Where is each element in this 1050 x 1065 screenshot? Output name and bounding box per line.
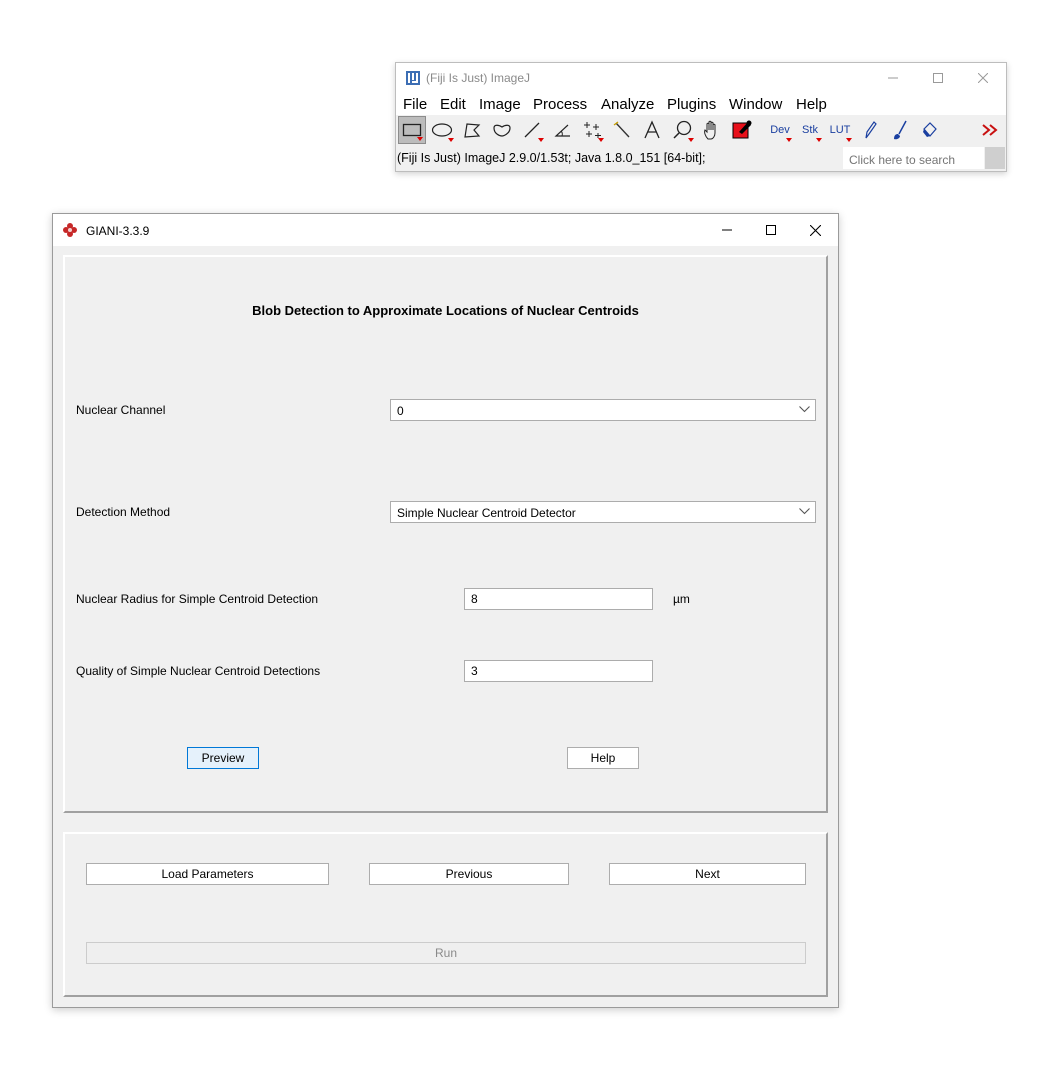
nuclear-channel-value: 0 <box>397 404 404 418</box>
more-tools-button[interactable] <box>976 116 1004 144</box>
dev-menu-tool[interactable]: Dev <box>766 116 794 144</box>
quality-label: Quality of Simple Nuclear Centroid Detec… <box>76 664 321 678</box>
point-tool[interactable] <box>578 116 606 144</box>
hand-tool[interactable] <box>698 116 726 144</box>
angle-tool[interactable] <box>548 116 576 144</box>
polygon-tool[interactable] <box>458 116 486 144</box>
lut-menu-icon: LUT <box>829 124 851 136</box>
detection-method-label: Detection Method <box>76 505 171 519</box>
nuclear-radius-unit: µm <box>673 592 690 606</box>
dev-menu-icon: Dev <box>770 124 790 136</box>
run-button[interactable]: Run <box>86 942 806 964</box>
minimize-icon <box>887 77 898 79</box>
giani-app-icon <box>63 223 77 237</box>
giani-maximize-button[interactable] <box>749 214 793 246</box>
empty-tool-slot[interactable] <box>946 116 974 144</box>
quality-field[interactable]: 3 <box>464 660 653 682</box>
stk-menu-icon: Stk <box>802 124 818 136</box>
giani-window: GIANI-3.3.9 Blob Detection to Approximat… <box>52 213 839 1008</box>
minimize-icon <box>722 229 732 231</box>
nuclear-radius-field[interactable]: 8 <box>464 588 653 610</box>
load-parameters-button[interactable]: Load Parameters <box>86 863 329 885</box>
menu-file[interactable]: File <box>403 96 427 113</box>
imagej-title: (Fiji Is Just) ImageJ <box>426 71 531 85</box>
menu-window[interactable]: Window <box>729 96 782 113</box>
imagej-app-icon <box>406 71 420 85</box>
giani-title: GIANI-3.3.9 <box>86 224 150 238</box>
pencil-icon <box>865 121 877 139</box>
nuclear-channel-label: Nuclear Channel <box>76 403 166 417</box>
freehand-tool[interactable] <box>488 116 516 144</box>
angle-tool-icon <box>554 124 570 137</box>
text-tool-icon <box>644 120 660 139</box>
freehand-select-icon <box>493 124 511 137</box>
minimize-button[interactable] <box>870 63 915 93</box>
menu-image[interactable]: Image <box>479 96 521 113</box>
menu-edit[interactable]: Edit <box>440 96 466 113</box>
giani-close-button[interactable] <box>793 214 837 246</box>
line-tool[interactable] <box>518 116 546 144</box>
previous-button[interactable]: Previous <box>369 863 569 885</box>
detection-method-value: Simple Nuclear Centroid Detector <box>397 506 576 520</box>
maximize-button[interactable] <box>915 63 960 93</box>
pencil-tool[interactable] <box>856 116 884 144</box>
menu-analyze[interactable]: Analyze <box>601 96 654 113</box>
point-tool-icon <box>584 122 601 138</box>
magnifier-tool[interactable] <box>668 116 696 144</box>
imagej-toolbar: Dev Stk LUT <box>396 115 1006 147</box>
detection-method-select[interactable]: Simple Nuclear Centroid Detector <box>390 501 816 523</box>
close-icon <box>977 73 988 83</box>
giani-minimize-button[interactable] <box>705 214 749 246</box>
color-picker-tool[interactable] <box>728 116 756 144</box>
color-picker-icon <box>732 120 752 139</box>
settings-panel: Blob Detection to Approximate Locations … <box>63 255 828 813</box>
rectangle-select-icon <box>402 123 422 137</box>
flood-fill-tool[interactable] <box>916 116 944 144</box>
line-tool-icon <box>524 122 540 138</box>
close-button[interactable] <box>960 63 1005 93</box>
stk-menu-tool[interactable]: Stk <box>796 116 824 144</box>
maximize-icon <box>932 73 943 83</box>
chevron-down-icon <box>799 406 810 413</box>
maximize-icon <box>766 225 776 235</box>
menu-help[interactable]: Help <box>796 96 827 113</box>
search-scrollbar[interactable] <box>985 147 1005 169</box>
menu-process[interactable]: Process <box>533 96 587 113</box>
brush-icon <box>894 120 907 140</box>
preview-button[interactable]: Preview <box>187 747 259 769</box>
nuclear-radius-label: Nuclear Radius for Simple Centroid Detec… <box>76 592 319 606</box>
flood-fill-icon <box>923 122 937 137</box>
oval-select-icon <box>431 123 453 137</box>
imagej-titlebar[interactable]: (Fiji Is Just) ImageJ <box>396 63 1006 93</box>
imagej-menubar: File Edit Image Process Analyze Plugins … <box>396 93 1006 115</box>
imagej-status-text: (Fiji Is Just) ImageJ 2.9.0/1.53t; Java … <box>397 151 706 165</box>
nuclear-channel-select[interactable]: 0 <box>390 399 816 421</box>
wand-tool[interactable] <box>608 116 636 144</box>
page-heading: Blob Detection to Approximate Locations … <box>252 303 639 318</box>
chevron-down-icon <box>799 508 810 515</box>
help-button[interactable]: Help <box>567 747 639 769</box>
hand-tool-icon <box>704 120 716 140</box>
wand-tool-icon <box>613 121 630 138</box>
next-button[interactable]: Next <box>609 863 806 885</box>
menu-plugins[interactable]: Plugins <box>667 96 716 113</box>
giani-titlebar[interactable]: GIANI-3.3.9 <box>53 214 838 246</box>
close-icon <box>809 224 821 236</box>
more-tools-icon <box>982 124 998 136</box>
search-input[interactable] <box>843 147 984 169</box>
rectangle-tool[interactable] <box>398 116 426 144</box>
brush-tool[interactable] <box>886 116 914 144</box>
navigation-panel: Load Parameters Previous Next Run <box>63 832 828 997</box>
lut-menu-tool[interactable]: LUT <box>826 116 854 144</box>
oval-tool[interactable] <box>428 116 456 144</box>
imagej-window: (Fiji Is Just) ImageJ File Edit Image Pr… <box>395 62 1007 172</box>
text-tool[interactable] <box>638 116 666 144</box>
polygon-select-icon <box>464 123 481 138</box>
